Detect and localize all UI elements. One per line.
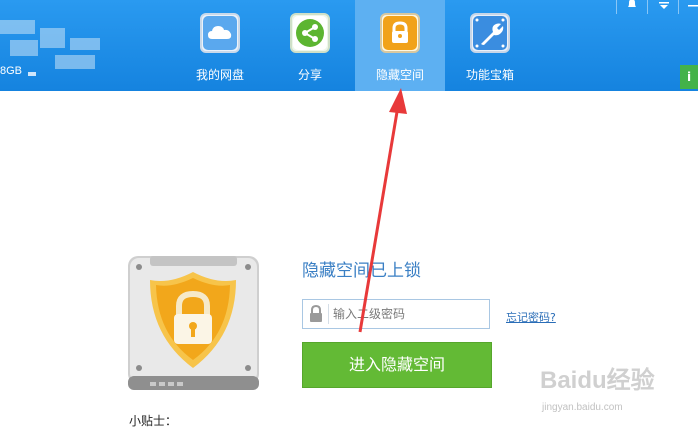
tips-label: 小贴士：: [129, 414, 178, 428]
tab-label: 功能宝箱: [465, 68, 514, 82]
tab-label: 隐藏空间: [375, 68, 424, 82]
storage-quota-bar: [28, 72, 36, 76]
share-icon: [290, 13, 330, 53]
page-title: 隐藏空间已上锁: [302, 261, 421, 281]
field-divider: [328, 304, 329, 324]
bell-icon[interactable]: [626, 0, 638, 13]
divider: [678, 0, 679, 14]
minimize-icon[interactable]: [688, 0, 698, 14]
tab-my-disk[interactable]: 我的网盘: [175, 0, 265, 91]
watermark-sub: jingyan.baidu.com: [542, 402, 623, 413]
divider: [616, 0, 617, 14]
password-input[interactable]: [333, 303, 483, 325]
tab-label: 我的网盘: [195, 68, 244, 82]
watermark-main: Baidu经验: [540, 367, 655, 394]
lock-icon: [310, 305, 322, 322]
storage-quota: 8GB: [0, 65, 23, 77]
password-field[interactable]: [302, 299, 490, 329]
enter-hidden-space-button[interactable]: 进入隐藏空间: [302, 342, 492, 388]
cloud-icon: [200, 13, 240, 53]
wrench-icon: [470, 13, 510, 53]
top-bar: 8GB 我的网盘 分享 隐藏空间 功能宝箱 i: [0, 0, 698, 91]
forgot-password-link[interactable]: 忘记密码?: [506, 309, 556, 325]
tab-share[interactable]: 分享: [265, 0, 355, 91]
tab-hidden-space[interactable]: 隐藏空间: [355, 0, 445, 91]
tab-label: 分享: [297, 68, 322, 82]
dropdown-icon[interactable]: [658, 0, 670, 14]
tab-toolbox[interactable]: 功能宝箱: [445, 0, 535, 91]
vault-lock-illustration: [128, 256, 259, 392]
baidu-watermark: Baidu经验 jingyan.baidu.com: [540, 352, 698, 432]
divider: [647, 0, 648, 14]
side-badge[interactable]: i: [680, 65, 698, 89]
lock-icon: [380, 13, 420, 53]
